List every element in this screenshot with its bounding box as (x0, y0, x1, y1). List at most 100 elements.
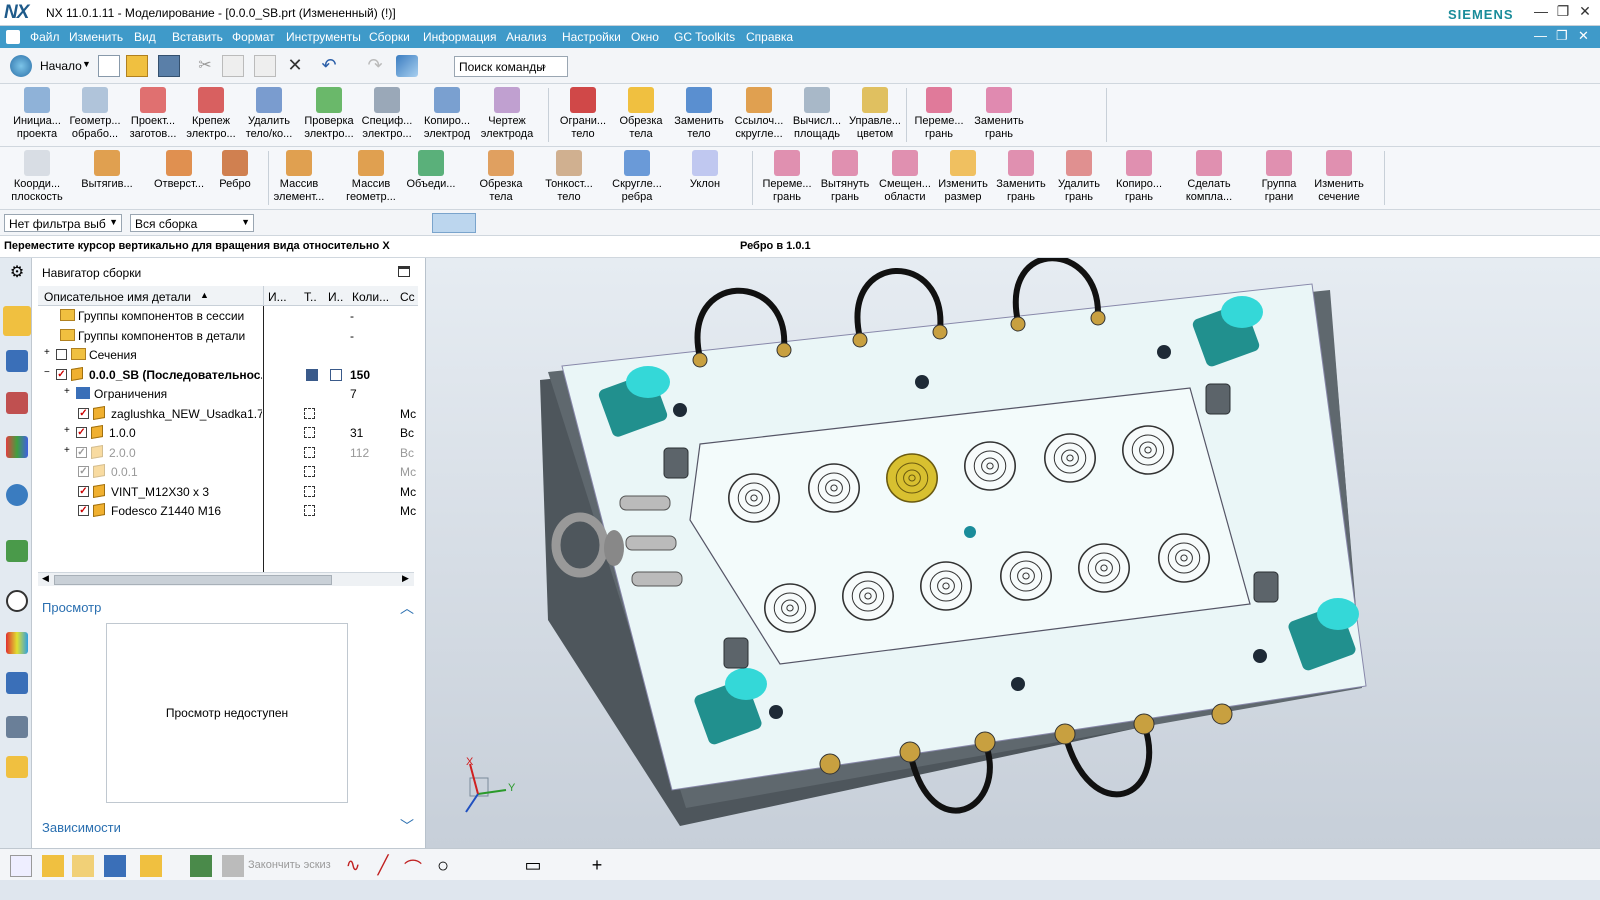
delete-icon[interactable]: ✕ (284, 55, 306, 77)
redo-icon[interactable]: ↷ (364, 55, 386, 77)
copy-electrode-button[interactable]: Копиро... электрод (418, 87, 476, 141)
make-coplanar-button[interactable]: Сделать компла... (1180, 150, 1238, 204)
scrollbar-thumb[interactable] (54, 575, 332, 585)
arc-icon[interactable]: ⌒ (402, 855, 424, 879)
menu-edit[interactable]: Изменить (69, 30, 123, 44)
check-electrode-button[interactable]: Проверка электро... (300, 87, 358, 141)
tree-row[interactable]: ✓ zaglushka_NEW_Usadka1.75 Мс (38, 404, 418, 424)
menu-tools[interactable]: Инструменты (286, 30, 361, 44)
point-icon[interactable]: + (586, 855, 608, 877)
dependencies-section-header[interactable]: Зависимости ﹀ (38, 818, 418, 838)
move-face2-button[interactable]: Переме... грань (758, 150, 816, 204)
web-browser-icon[interactable] (6, 484, 28, 506)
menu-information[interactable]: Информация (423, 30, 496, 44)
visibility-checkbox[interactable]: ✓ (78, 505, 89, 516)
expand-icon[interactable]: + (64, 386, 70, 397)
chevron-down-icon[interactable]: ﹀ (400, 816, 414, 836)
geometry-button[interactable]: Геометр... обрабо... (66, 87, 124, 141)
unite-button[interactable]: Объеди... (402, 150, 460, 191)
line-icon[interactable]: ╱ (372, 855, 394, 877)
collapse-icon[interactable]: − (44, 367, 50, 378)
resize-button[interactable]: Изменить размер (934, 150, 992, 204)
app-menu-icon[interactable] (6, 30, 20, 44)
area-button[interactable]: Вычисл... площадь (788, 87, 846, 141)
menu-assemblies[interactable]: Сборки (369, 30, 410, 44)
visibility-checkbox[interactable]: ✓ (76, 446, 87, 458)
start-button[interactable]: Начало (40, 59, 82, 73)
sketch-icon[interactable] (10, 855, 32, 877)
pull-face-button[interactable]: Вытянуть грань (816, 150, 874, 204)
replace-body-button[interactable]: Заменить тело (670, 87, 728, 141)
col-modified[interactable]: И.. (328, 290, 343, 304)
menu-file[interactable]: Файл (30, 30, 60, 44)
tree-row[interactable]: ✓ Fodesco Z1440 M16 Мс (38, 501, 418, 521)
process-studio-icon[interactable] (6, 672, 28, 694)
replace-face-button[interactable]: Заменить грань (970, 87, 1028, 141)
sketch-task-icon[interactable] (190, 855, 212, 877)
restore-icon[interactable]: ❐ (1552, 3, 1574, 23)
blank-design-button[interactable]: Проект... заготов... (124, 87, 182, 141)
draft-button[interactable]: Уклон (676, 150, 734, 191)
copy-face-button[interactable]: Копиро... грань (1110, 150, 1168, 204)
graphics-window[interactable]: Y X (426, 258, 1600, 848)
menu-help[interactable]: Справка (746, 30, 793, 44)
move-face-button[interactable]: Переме... грань (910, 87, 968, 141)
visibility-checkbox[interactable]: ✓ (78, 466, 89, 477)
system-scenes-icon[interactable] (6, 756, 28, 778)
part-navigator-icon[interactable] (6, 392, 28, 414)
color-button[interactable]: Управле... цветом (846, 87, 904, 141)
save-icon[interactable] (158, 55, 180, 77)
delete-face-button[interactable]: Удалить грань (1050, 150, 1108, 204)
reuse-library-icon[interactable] (6, 436, 28, 458)
group-face-button[interactable]: Группа грани (1250, 150, 1308, 204)
horizontal-scrollbar[interactable]: ◀ ▶ (38, 572, 414, 586)
selection-mode-toggle[interactable] (432, 213, 476, 233)
rib-button[interactable]: Ребро (206, 150, 264, 191)
mold-model[interactable] (426, 258, 1600, 848)
add-component-icon[interactable] (42, 855, 64, 877)
finish-sketch-button[interactable]: Закончить эскиз (248, 859, 331, 871)
pattern-component-icon[interactable] (140, 855, 162, 877)
doc-restore-icon[interactable]: ❐ (1556, 28, 1568, 44)
tree-row[interactable]: ✓ VINT_M12X30 x 3 Мс (38, 482, 418, 502)
settings-icon[interactable]: ⚙ (6, 262, 28, 284)
profile-icon[interactable]: ∿ (342, 855, 364, 877)
type-filter-dropdown[interactable]: Нет фильтра выб ▼ (4, 214, 122, 232)
roles-icon[interactable] (6, 716, 28, 738)
constraint-navigator-icon[interactable] (6, 350, 28, 372)
tree-row[interactable]: + ✓ 2.0.0 112 Вс (38, 443, 418, 463)
menu-preferences[interactable]: Настройки (562, 30, 621, 44)
spec-button[interactable]: Специф... электро... (358, 87, 416, 141)
tree-row[interactable]: − ✓ 0.0.0_SB (Последовательнос... 150 (38, 365, 418, 385)
shell-button[interactable]: Тонкост... тело (540, 150, 598, 204)
new-icon[interactable] (98, 55, 120, 77)
history-palette-icon[interactable] (6, 540, 28, 562)
undo-icon[interactable]: ↶ (318, 55, 340, 77)
fastener-button[interactable]: Крепеж электро... (182, 87, 240, 141)
drawing-button[interactable]: Чертеж электрода (478, 87, 536, 141)
col-type[interactable]: Т.. (304, 290, 317, 304)
circle-icon[interactable]: ○ (432, 855, 454, 877)
history-icon[interactable] (6, 590, 28, 612)
expand-icon[interactable]: + (44, 347, 50, 358)
preview-section-header[interactable]: Просмотр ︿ (38, 598, 418, 618)
start-dropdown-icon[interactable]: ▼ (82, 59, 91, 69)
trim-body-button[interactable]: Обрезка тела (612, 87, 670, 141)
col-descriptive-name[interactable]: Описательное имя детали (44, 290, 191, 304)
tree-row[interactable]: Группы компонентов в сессии - (38, 306, 418, 326)
finish-sketch-icon[interactable] (222, 855, 244, 877)
start-icon[interactable] (10, 55, 32, 77)
move-component-icon[interactable] (72, 855, 94, 877)
cut-icon[interactable]: ✂ (194, 55, 216, 77)
visibility-checkbox[interactable]: ✓ (78, 485, 89, 497)
visibility-checkbox[interactable]: ✓ (56, 368, 67, 380)
scroll-right-icon[interactable]: ▶ (402, 573, 409, 584)
scope-filter-dropdown[interactable]: Вся сборка ▼ (130, 214, 254, 232)
offset-region-button[interactable]: Смещен... области (876, 150, 934, 204)
command-search-input[interactable]: Поиск команды (454, 56, 568, 77)
init-project-button[interactable]: Инициа... проекта (8, 87, 66, 141)
tree-row[interactable]: ✓ 0.0.1 Мс (38, 462, 418, 482)
maximize-panel-icon[interactable] (398, 266, 410, 277)
col-reference-set[interactable]: Сс (400, 290, 415, 304)
pattern-feature-button[interactable]: Массив элемент... (270, 150, 328, 204)
